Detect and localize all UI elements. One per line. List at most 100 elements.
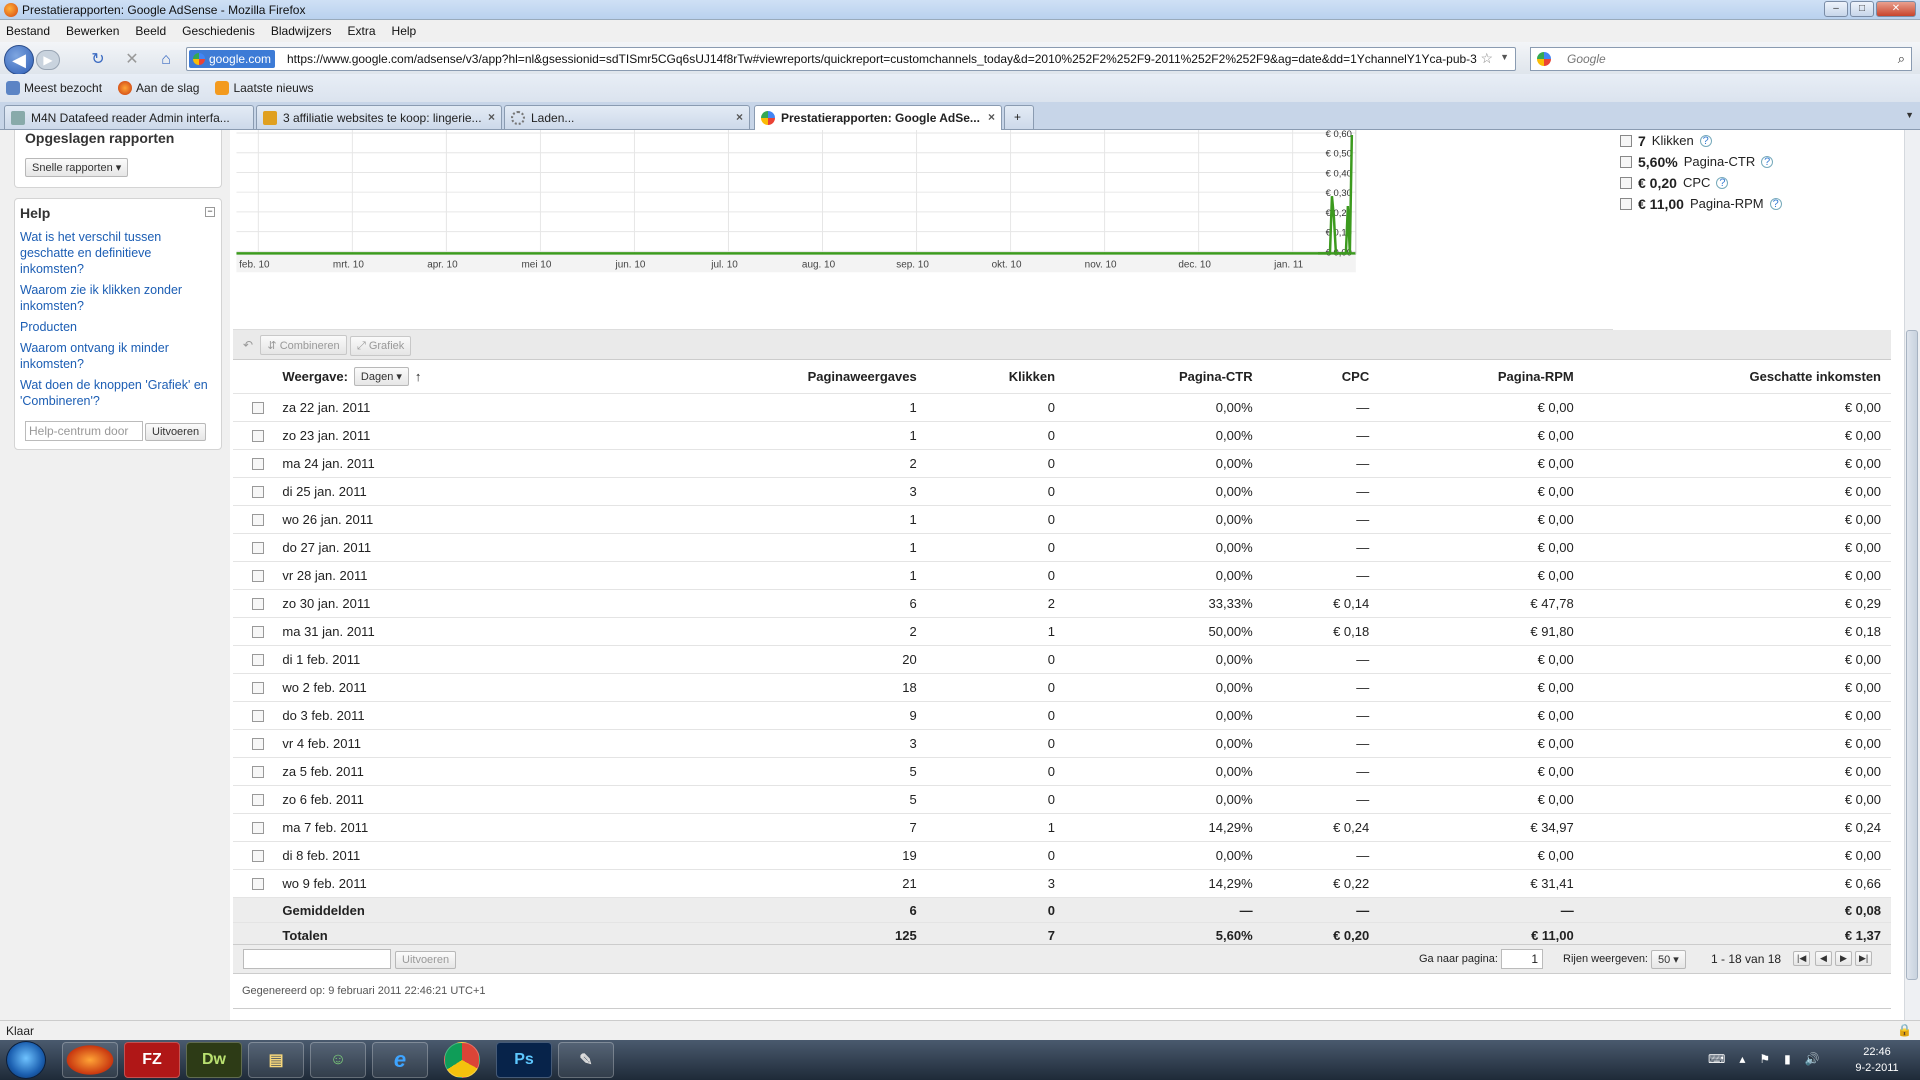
row-checkbox[interactable] <box>251 681 264 694</box>
help-icon[interactable]: ? <box>1699 134 1712 147</box>
forward-button[interactable]: ▶ <box>36 50 60 70</box>
row-checkbox[interactable] <box>251 821 264 834</box>
search-input[interactable]: Google <box>1567 52 1606 66</box>
sort-asc-icon[interactable]: ↑ <box>415 369 422 384</box>
taskbar-photoshop-icon[interactable]: Ps <box>496 1042 552 1078</box>
bookmark-most-visited[interactable]: Meest bezocht <box>6 81 102 95</box>
help-link[interactable]: Waarom ontvang ik minder inkomsten? <box>20 340 215 372</box>
col-cpc[interactable]: CPC <box>1253 369 1369 384</box>
menu-bewerken[interactable]: Bewerken <box>66 24 119 38</box>
menu-beeld[interactable]: Beeld <box>135 24 166 38</box>
help-search-button[interactable]: Uitvoeren <box>145 423 207 441</box>
help-icon[interactable]: ? <box>1769 197 1782 210</box>
maximize-button[interactable]: □ <box>1850 1 1874 17</box>
undo-icon[interactable]: ↶ <box>243 338 253 352</box>
chart-button[interactable]: ⤢ Grafiek <box>349 336 412 356</box>
tab-affiliatie[interactable]: 3 affiliatie websites te koop: lingerie.… <box>256 105 502 129</box>
clock[interactable]: 22:46 9-2-2011 <box>1842 1044 1912 1076</box>
row-checkbox[interactable] <box>251 849 264 862</box>
first-page-icon[interactable]: |◀ <box>1793 951 1811 966</box>
help-link[interactable]: Wat doen de knoppen 'Grafiek' en 'Combin… <box>20 377 215 409</box>
taskbar-firefox-icon[interactable] <box>62 1042 118 1078</box>
search-bar[interactable]: Google ⌕ <box>1530 47 1912 71</box>
url-text[interactable]: https://www.google.com/adsense/v3/app?hl… <box>287 52 1477 66</box>
combine-button[interactable]: ⇵ Combineren <box>260 335 347 355</box>
row-checkbox[interactable] <box>251 597 264 610</box>
row-checkbox[interactable] <box>251 429 264 442</box>
site-identity-button[interactable]: google.com <box>189 50 276 68</box>
row-checkbox[interactable] <box>251 737 264 750</box>
tab-list-icon[interactable]: ▼ <box>1905 110 1914 120</box>
close-window-button[interactable]: ✕ <box>1876 1 1916 17</box>
minimize-button[interactable]: – <box>1824 1 1848 17</box>
menu-bladwijzers[interactable]: Bladwijzers <box>271 24 332 38</box>
stop-icon[interactable]: ✕ <box>122 50 142 70</box>
bookmark-star-icon[interactable]: ☆ <box>1480 50 1493 67</box>
url-dropdown-icon[interactable]: ▼ <box>1500 52 1509 62</box>
bookmark-latest-news[interactable]: Laatste nieuws <box>215 81 314 95</box>
row-checkbox[interactable] <box>251 485 264 498</box>
col-rpm[interactable]: Pagina-RPM <box>1369 369 1574 384</box>
row-checkbox[interactable] <box>251 569 264 582</box>
flag-icon[interactable]: ⚑ <box>1759 1052 1770 1066</box>
start-button[interactable] <box>6 1041 46 1079</box>
help-link[interactable]: Wat is het verschil tussen geschatte en … <box>20 229 215 277</box>
row-checkbox[interactable] <box>251 401 264 414</box>
row-checkbox[interactable] <box>251 793 264 806</box>
row-checkbox[interactable] <box>251 541 264 554</box>
col-earnings[interactable]: Geschatte inkomsten <box>1574 369 1891 384</box>
new-tab-button[interactable]: + <box>1004 105 1034 129</box>
reload-icon[interactable]: ↻ <box>88 50 108 70</box>
menu-extra[interactable]: Extra <box>348 24 376 38</box>
taskbar-chrome-icon[interactable] <box>444 1042 480 1078</box>
view-select[interactable]: Dagen ▾ <box>353 367 409 386</box>
back-button[interactable]: ◀ <box>4 45 34 75</box>
show-hidden-icons[interactable]: ▴ <box>1739 1052 1745 1066</box>
last-page-icon[interactable]: ▶| <box>1855 951 1873 966</box>
row-checkbox[interactable] <box>251 513 264 526</box>
row-checkbox[interactable] <box>251 457 264 470</box>
url-bar[interactable]: google.com https://www.google.com/adsens… <box>186 47 1516 71</box>
legend-item-clicks[interactable]: 7 Klikken? <box>1620 130 1900 151</box>
tab-adsense[interactable]: Prestatierapporten: Google AdSe... × <box>754 105 1002 130</box>
collapse-icon[interactable]: − <box>205 207 215 217</box>
search-icon[interactable]: ⌕ <box>1898 51 1905 67</box>
taskbar-filezilla-icon[interactable]: FZ <box>124 1042 180 1078</box>
rows-per-page-select[interactable]: 50 ▾ <box>1651 950 1686 969</box>
tab-loading[interactable]: Laden... × <box>504 105 750 129</box>
legend-item-cpc[interactable]: € 0,20 CPC? <box>1620 172 1900 193</box>
taskbar-explorer-icon[interactable]: ▤ <box>248 1042 304 1078</box>
taskbar-dreamweaver-icon[interactable]: Dw <box>186 1042 242 1078</box>
col-clicks[interactable]: Klikken <box>917 369 1055 384</box>
filter-input[interactable] <box>243 949 391 969</box>
tab-close-icon[interactable]: × <box>988 110 995 124</box>
quick-reports-button[interactable]: Snelle rapporten ▾ <box>25 158 129 177</box>
menu-geschiedenis[interactable]: Geschiedenis <box>182 24 255 38</box>
keyboard-icon[interactable]: ⌨ <box>1708 1052 1725 1066</box>
legend-item-rpm[interactable]: € 11,00 Pagina-RPM? <box>1620 193 1900 214</box>
col-pageviews[interactable]: Paginaweergaves <box>630 369 917 384</box>
home-icon[interactable]: ⌂ <box>156 50 176 70</box>
checkbox[interactable] <box>1620 134 1632 147</box>
tab-close-icon[interactable]: × <box>736 110 743 124</box>
search-engine-icon[interactable] <box>1537 52 1551 66</box>
row-checkbox[interactable] <box>251 709 264 722</box>
row-checkbox[interactable] <box>251 653 264 666</box>
taskbar-messenger-icon[interactable]: ☺ <box>310 1042 366 1078</box>
checkbox[interactable] <box>1620 197 1632 210</box>
prev-page-icon[interactable]: ◀ <box>1815 951 1832 966</box>
legend-item-ctr[interactable]: 5,60% Pagina-CTR? <box>1620 151 1900 172</box>
help-icon[interactable]: ? <box>1716 176 1729 189</box>
row-checkbox[interactable] <box>251 765 264 778</box>
taskbar-ie-icon[interactable]: e <box>372 1042 428 1078</box>
help-link[interactable]: Waarom zie ik klikken zonder inkomsten? <box>20 282 215 314</box>
scrollbar-thumb[interactable] <box>1906 330 1918 980</box>
menu-bestand[interactable]: Bestand <box>6 24 50 38</box>
bookmark-getting-started[interactable]: Aan de slag <box>118 81 199 95</box>
checkbox[interactable] <box>1620 176 1632 189</box>
taskbar-paint-icon[interactable]: ✎ <box>558 1042 614 1078</box>
run-button[interactable]: Uitvoeren <box>395 951 457 969</box>
menu-help[interactable]: Help <box>392 24 417 38</box>
col-ctr[interactable]: Pagina-CTR <box>1055 369 1253 384</box>
help-link[interactable]: Producten <box>20 319 215 335</box>
